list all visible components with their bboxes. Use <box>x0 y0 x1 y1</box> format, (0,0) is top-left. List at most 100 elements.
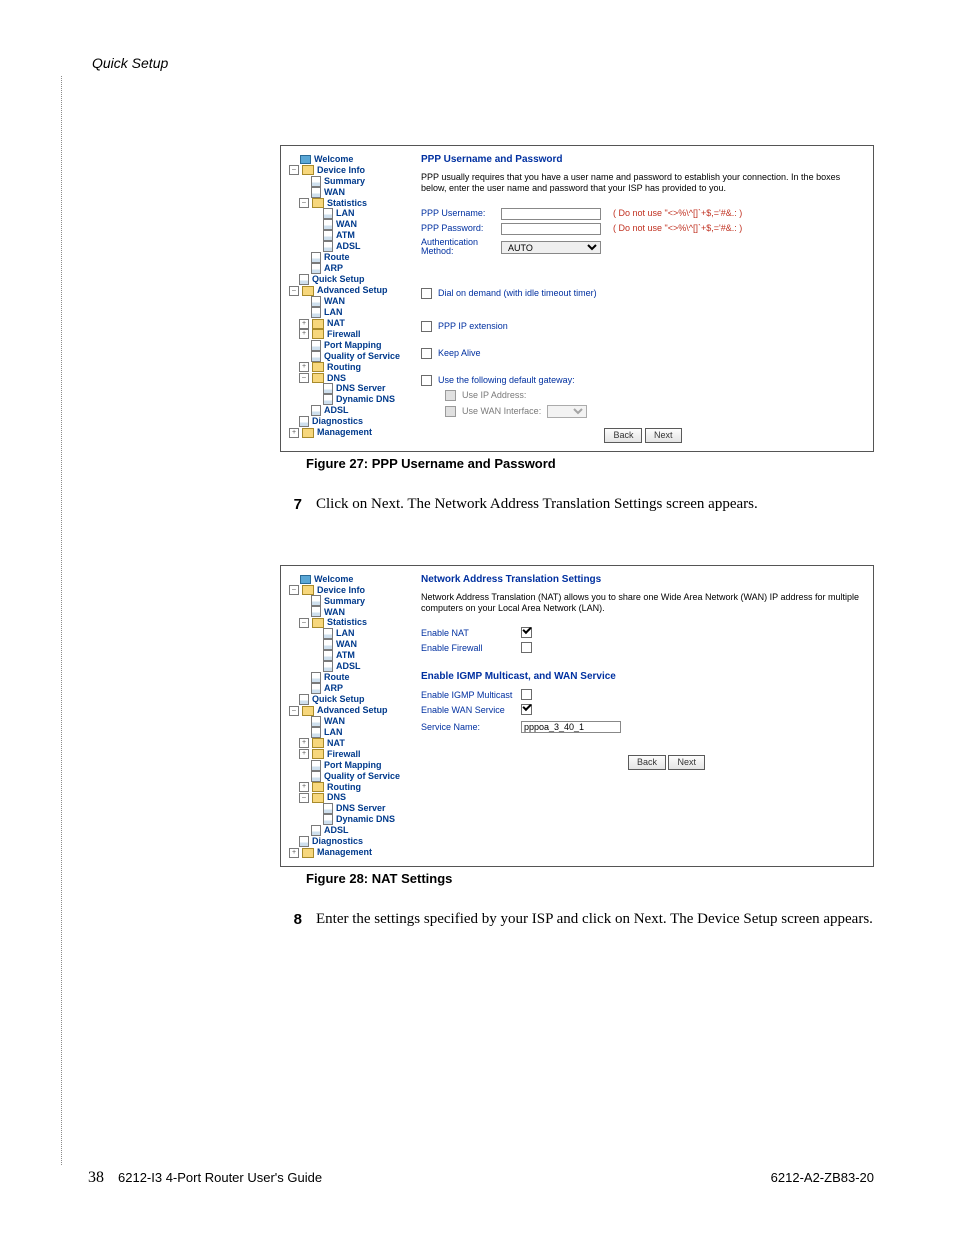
nav-device-info[interactable]: –Device Info <box>289 165 407 176</box>
collapse-icon[interactable]: – <box>299 198 309 208</box>
folder-icon <box>312 362 324 372</box>
nav-welcome[interactable]: Welcome <box>289 574 407 585</box>
nav-diagnostics[interactable]: Diagnostics <box>289 416 407 427</box>
nav-adv-lan[interactable]: LAN <box>289 727 407 738</box>
ppp-password-input[interactable] <box>501 223 601 235</box>
nav-welcome[interactable]: Welcome <box>289 154 407 165</box>
expand-icon[interactable]: + <box>299 749 309 759</box>
nav-adv-port-mapping[interactable]: Port Mapping <box>289 760 407 771</box>
back-button[interactable]: Back <box>628 755 666 770</box>
collapse-icon[interactable]: – <box>289 286 299 296</box>
nav-adv-dyn-dns[interactable]: Dynamic DNS <box>289 394 407 405</box>
nav-diagnostics[interactable]: Diagnostics <box>289 836 407 847</box>
collapse-icon[interactable]: – <box>289 706 299 716</box>
nav-adv-routing[interactable]: +Routing <box>289 782 407 793</box>
nav-adv-lan[interactable]: LAN <box>289 307 407 318</box>
nav-stat-lan[interactable]: LAN <box>289 628 407 639</box>
nav-statistics[interactable]: –Statistics <box>289 198 407 209</box>
expand-icon[interactable]: + <box>289 428 299 438</box>
page-icon <box>311 296 321 307</box>
enable-firewall-label: Enable Firewall <box>421 643 521 654</box>
nav-stat-wan[interactable]: WAN <box>289 219 407 230</box>
enable-igmp-label: Enable IGMP Multicast <box>421 690 521 701</box>
next-button[interactable]: Next <box>668 755 705 770</box>
ppp-panel: PPP Username and Password PPP usually re… <box>413 154 865 443</box>
nav-adv-dns-server[interactable]: DNS Server <box>289 803 407 814</box>
nav-adv-qos[interactable]: Quality of Service <box>289 351 407 362</box>
nav-tree: Welcome –Device Info Summary WAN –Statis… <box>289 574 407 858</box>
nav-adv-port-mapping[interactable]: Port Mapping <box>289 340 407 351</box>
expand-icon[interactable]: + <box>289 848 299 858</box>
nav-stat-atm[interactable]: ATM <box>289 650 407 661</box>
folder-icon <box>312 373 324 383</box>
nav-adv-dyn-dns[interactable]: Dynamic DNS <box>289 814 407 825</box>
page-icon <box>323 230 333 241</box>
nat-panel: Network Address Translation Settings Net… <box>413 574 865 858</box>
collapse-icon[interactable]: – <box>289 585 299 595</box>
nav-stat-adsl[interactable]: ADSL <box>289 661 407 672</box>
nav-wan[interactable]: WAN <box>289 606 407 617</box>
nav-route[interactable]: Route <box>289 672 407 683</box>
nav-quick-setup[interactable]: Quick Setup <box>289 694 407 705</box>
nav-stat-wan[interactable]: WAN <box>289 639 407 650</box>
step-8: 8 Enter the settings specified by your I… <box>280 910 874 930</box>
enable-wan-service-checkbox[interactable] <box>521 704 532 715</box>
igmp-section-title: Enable IGMP Multicast, and WAN Service <box>421 671 865 683</box>
nav-management[interactable]: +Management <box>289 847 407 858</box>
nav-adv-routing[interactable]: +Routing <box>289 362 407 373</box>
nav-statistics[interactable]: –Statistics <box>289 617 407 628</box>
next-button[interactable]: Next <box>645 428 682 443</box>
dial-on-demand-checkbox[interactable] <box>421 288 432 299</box>
nav-arp[interactable]: ARP <box>289 683 407 694</box>
service-name-input[interactable] <box>521 721 621 733</box>
nav-adv-qos[interactable]: Quality of Service <box>289 771 407 782</box>
nav-summary[interactable]: Summary <box>289 595 407 606</box>
page-margin-rule <box>61 76 62 1165</box>
back-button[interactable]: Back <box>604 428 642 443</box>
collapse-icon[interactable]: – <box>299 618 309 628</box>
enable-igmp-checkbox[interactable] <box>521 689 532 700</box>
expand-icon[interactable]: + <box>299 362 309 372</box>
nav-adv-dns[interactable]: –DNS <box>289 373 407 384</box>
expand-icon[interactable]: + <box>299 738 309 748</box>
nav-adv-firewall[interactable]: +Firewall <box>289 749 407 760</box>
nav-stat-lan[interactable]: LAN <box>289 208 407 219</box>
expand-icon[interactable]: + <box>299 782 309 792</box>
use-default-gw-checkbox[interactable] <box>421 375 432 386</box>
enable-firewall-checkbox[interactable] <box>521 642 532 653</box>
ppp-username-input[interactable] <box>501 208 601 220</box>
nav-adv-adsl[interactable]: ADSL <box>289 825 407 836</box>
nav-adv-dns-server[interactable]: DNS Server <box>289 383 407 394</box>
collapse-icon[interactable]: – <box>289 165 299 175</box>
service-name-label: Service Name: <box>421 722 521 733</box>
nav-adv-dns[interactable]: –DNS <box>289 792 407 803</box>
ppp-ip-ext-checkbox[interactable] <box>421 321 432 332</box>
auth-method-select[interactable]: AUTO <box>501 241 601 254</box>
nav-adv-wan[interactable]: WAN <box>289 296 407 307</box>
nav-wan[interactable]: WAN <box>289 187 407 198</box>
nav-summary[interactable]: Summary <box>289 176 407 187</box>
collapse-icon[interactable]: – <box>299 793 309 803</box>
expand-icon[interactable]: + <box>299 319 309 329</box>
nav-management[interactable]: +Management <box>289 427 407 438</box>
folder-icon <box>302 286 314 296</box>
enable-nat-checkbox[interactable] <box>521 627 532 638</box>
ppp-ip-ext-label: PPP IP extension <box>438 321 508 332</box>
nav-stat-atm[interactable]: ATM <box>289 230 407 241</box>
nav-device-info[interactable]: –Device Info <box>289 585 407 596</box>
nav-arp[interactable]: ARP <box>289 263 407 274</box>
nav-adv-nat[interactable]: +NAT <box>289 318 407 329</box>
collapse-icon[interactable]: – <box>299 373 309 383</box>
nav-adv-adsl[interactable]: ADSL <box>289 405 407 416</box>
monitor-icon <box>300 155 311 164</box>
nav-adv-nat[interactable]: +NAT <box>289 738 407 749</box>
nav-advanced-setup[interactable]: –Advanced Setup <box>289 285 407 296</box>
nav-advanced-setup[interactable]: –Advanced Setup <box>289 705 407 716</box>
expand-icon[interactable]: + <box>299 329 309 339</box>
nav-quick-setup[interactable]: Quick Setup <box>289 274 407 285</box>
nav-stat-adsl[interactable]: ADSL <box>289 241 407 252</box>
nav-route[interactable]: Route <box>289 252 407 263</box>
keep-alive-checkbox[interactable] <box>421 348 432 359</box>
nav-adv-firewall[interactable]: +Firewall <box>289 329 407 340</box>
nav-adv-wan[interactable]: WAN <box>289 716 407 727</box>
